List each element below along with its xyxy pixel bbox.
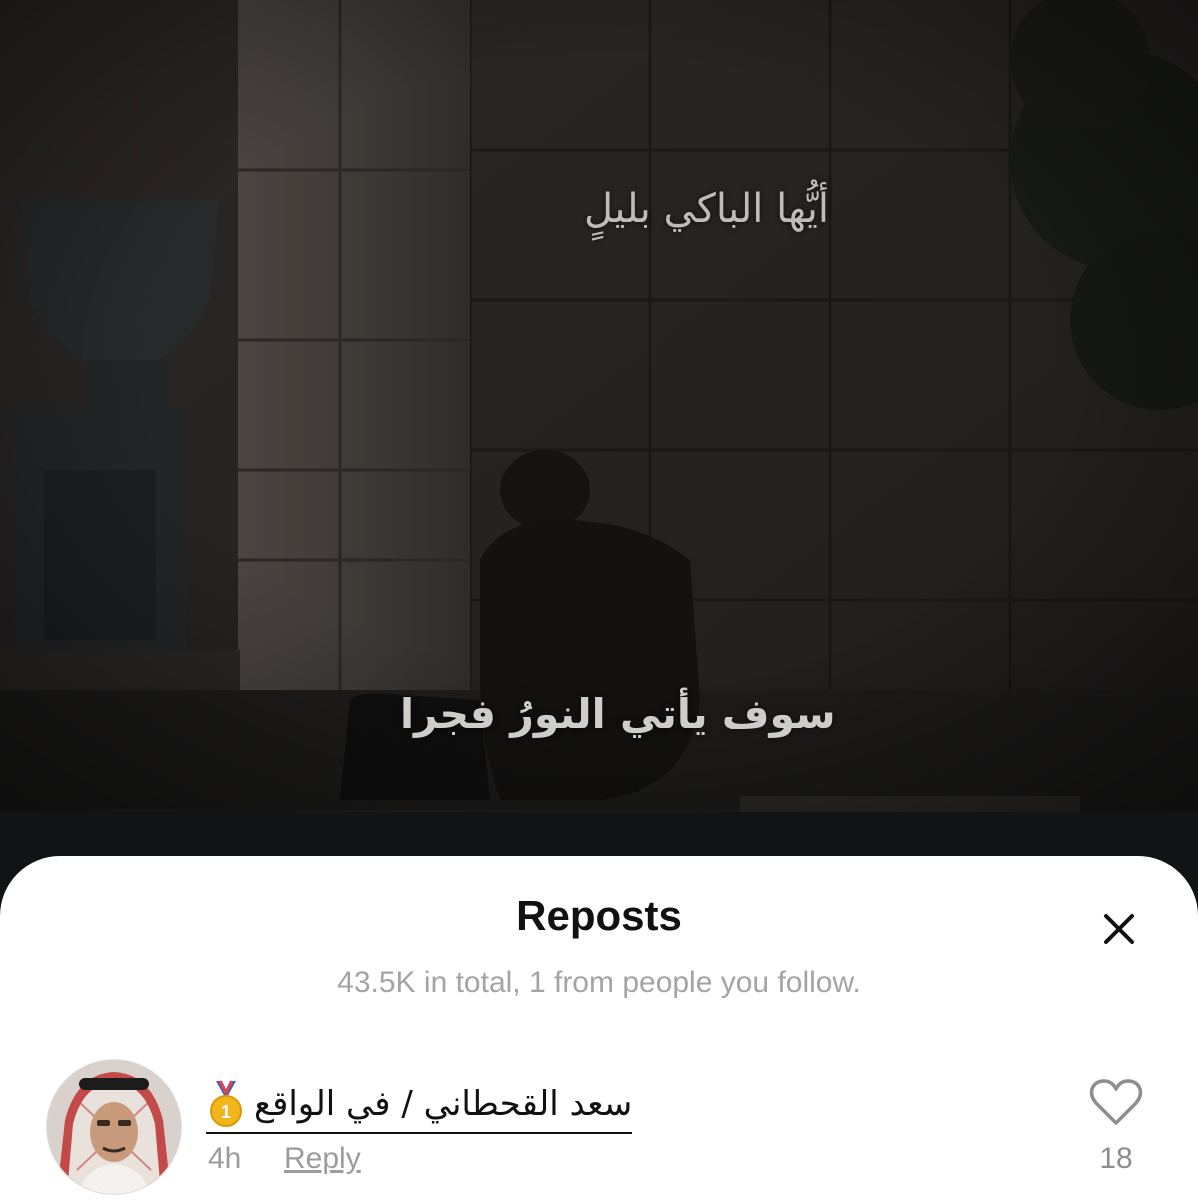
- sheet-title: Reposts: [516, 892, 682, 939]
- svg-text:1: 1: [221, 1102, 231, 1122]
- close-button[interactable]: [1094, 906, 1144, 952]
- reply-button[interactable]: Reply: [284, 1142, 361, 1176]
- gold-medal-icon: 1: [210, 1080, 242, 1127]
- list-item: 1 سعد القحطاني / في الواقع 4h Reply 18: [0, 1056, 1198, 1200]
- video-caption-bottom: سوف يأتي النورُ فجرا: [400, 690, 836, 738]
- like-button[interactable]: [1088, 1078, 1144, 1128]
- video-background[interactable]: أيُّها الباكي بليلٍ سوف يأتي النورُ فجرا: [0, 0, 1198, 900]
- username-label: سعد القحطاني / في الواقع: [254, 1084, 633, 1124]
- repost-time: 4h: [208, 1142, 242, 1175]
- video-caption-top: أيُّها الباكي بليلٍ: [584, 186, 829, 232]
- reposts-summary: 43.5K in total, 1 from people you follow…: [337, 966, 861, 999]
- avatar[interactable]: [46, 1059, 182, 1195]
- reposts-sheet: Reposts 43.5K in total, 1 from people yo…: [0, 856, 1198, 1200]
- close-icon: [1104, 914, 1134, 944]
- heart-outline-icon: [1089, 1079, 1143, 1125]
- like-count: 18: [1099, 1142, 1133, 1175]
- repost-username[interactable]: 1 سعد القحطاني / في الواقع: [206, 1076, 633, 1134]
- app-screen: أيُّها الباكي بليلٍ سوف يأتي النورُ فجرا…: [0, 0, 1198, 1200]
- avatar-image: [47, 1060, 181, 1194]
- video-frame-image: [0, 0, 1198, 900]
